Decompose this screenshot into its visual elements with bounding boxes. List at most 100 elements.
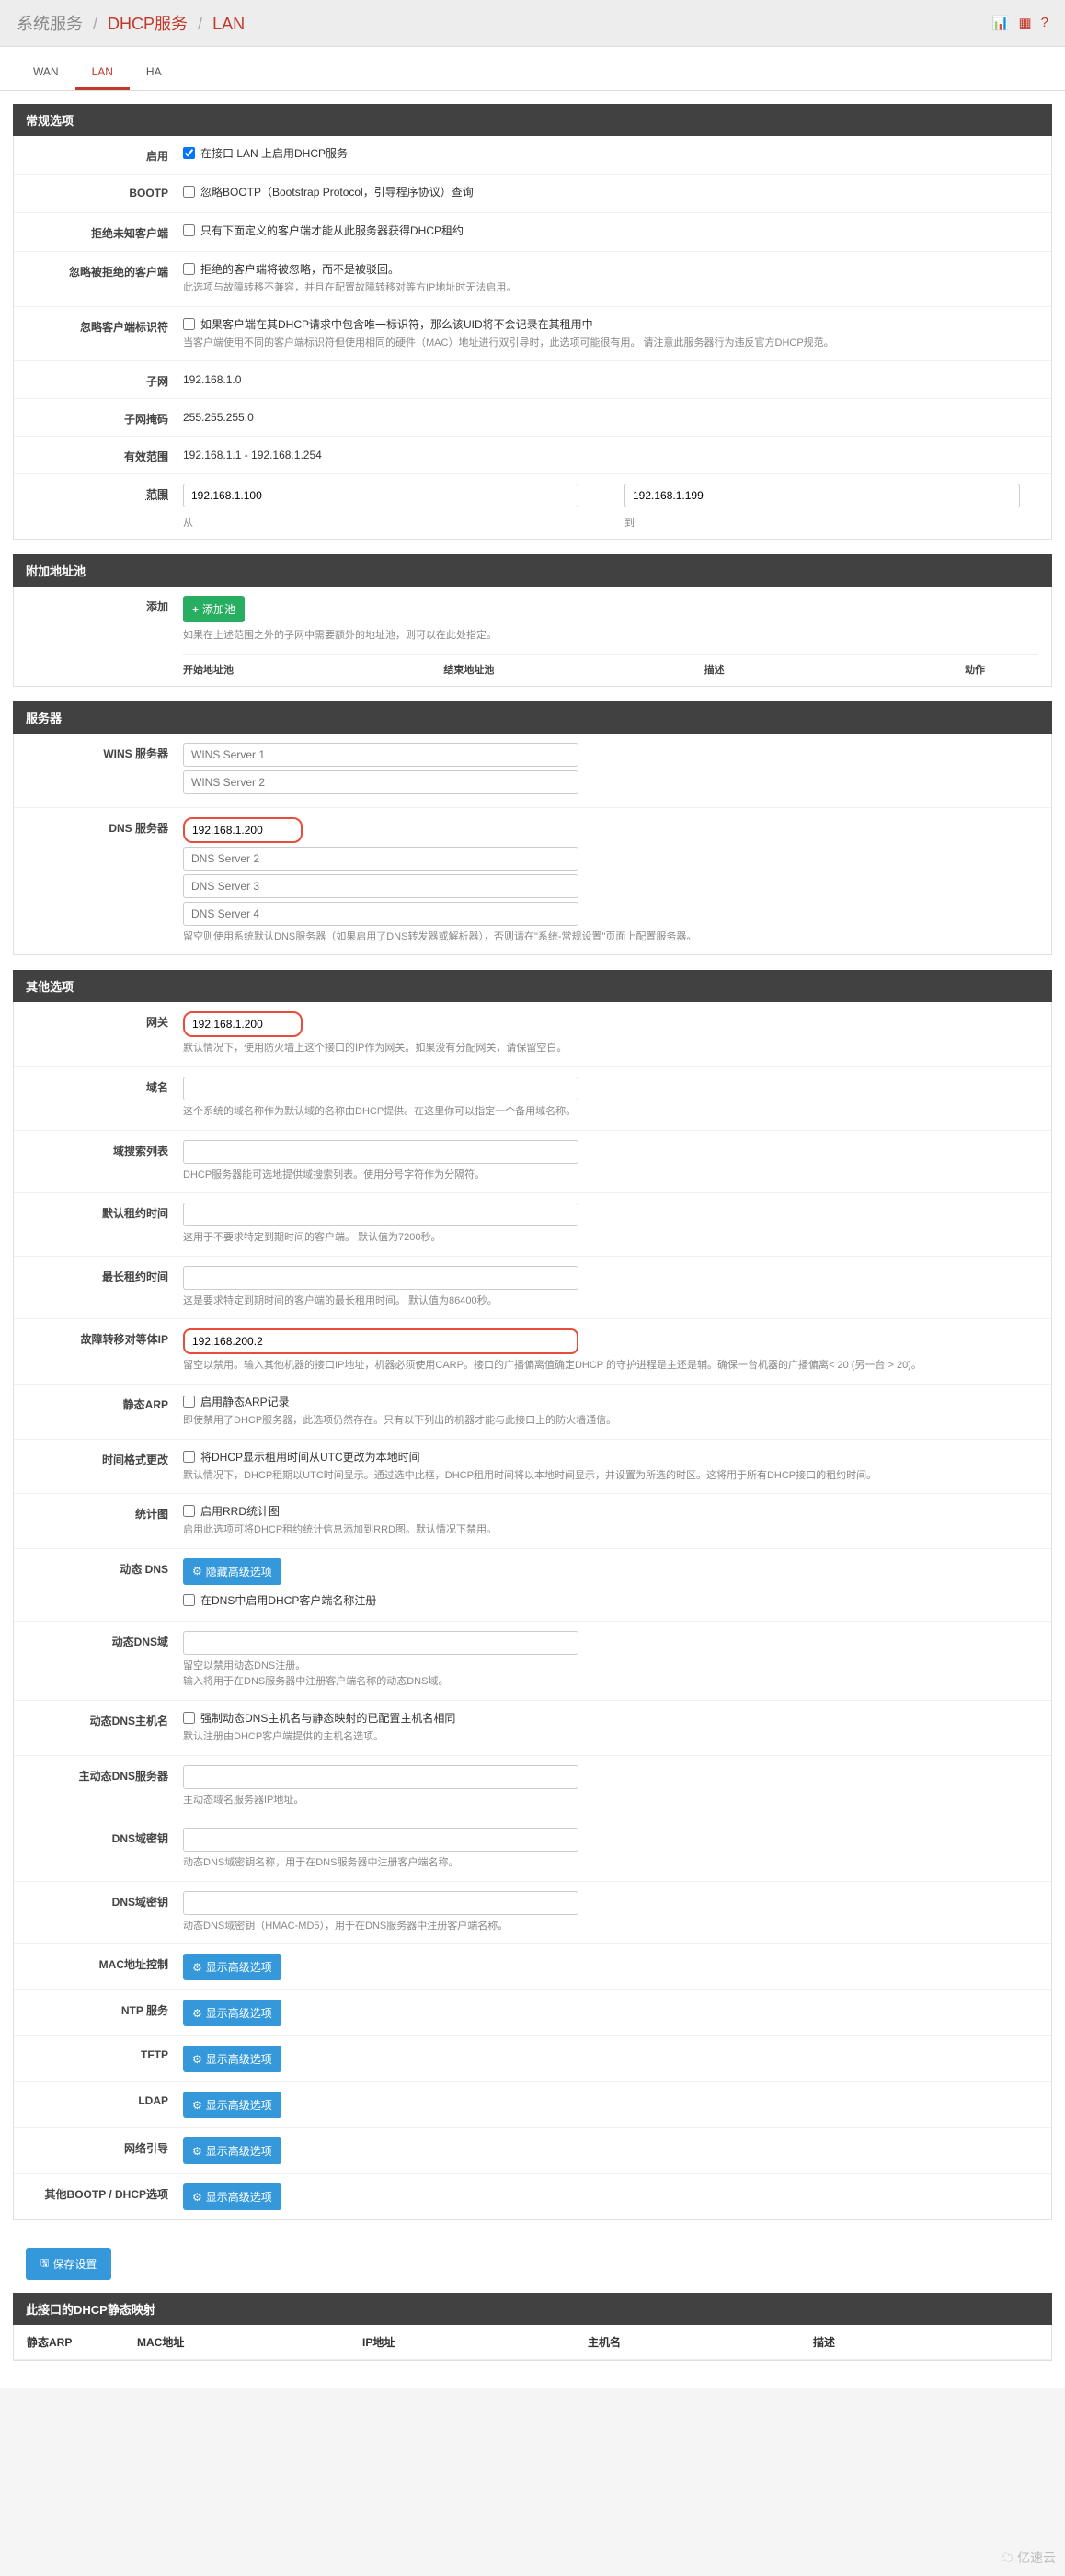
gear-icon bbox=[192, 2191, 202, 2204]
gear-icon bbox=[192, 2099, 202, 2112]
label-deny-unknown: 拒绝未知客户端 bbox=[27, 222, 183, 241]
section-general: 常规选项 bbox=[13, 104, 1052, 136]
label-ddns-key-secret: DNS域密钥 bbox=[27, 1891, 183, 1909]
label-static-arp: 静态ARP bbox=[27, 1394, 183, 1412]
label-mask: 子网掩码 bbox=[27, 408, 183, 427]
tab-lan[interactable]: LAN bbox=[75, 56, 130, 90]
label-stats: 统计图 bbox=[27, 1503, 183, 1522]
wins2-input[interactable] bbox=[183, 770, 578, 794]
ldap-toggle-button[interactable]: 显示高级选项 bbox=[183, 2092, 281, 2118]
label-mac-control: MAC地址控制 bbox=[27, 1954, 183, 1972]
tab-ha[interactable]: HA bbox=[130, 56, 178, 90]
label-ddns-domain: 动态DNS域 bbox=[27, 1631, 183, 1649]
dns3-input[interactable] bbox=[183, 874, 578, 898]
label-failover: 故障转移对等体IP bbox=[27, 1328, 183, 1347]
ntp-toggle-button[interactable]: 显示高级选项 bbox=[183, 2000, 281, 2026]
time-format-checkbox[interactable] bbox=[183, 1451, 195, 1463]
label-ignore-client-id: 忽略客户端标识符 bbox=[27, 316, 183, 335]
mask-value: 255.255.255.0 bbox=[183, 408, 1038, 424]
label-dns: DNS 服务器 bbox=[27, 817, 183, 836]
enable-checkbox[interactable] bbox=[183, 147, 195, 159]
label-subnet: 子网 bbox=[27, 370, 183, 389]
interface-tabs: WAN LAN HA bbox=[0, 47, 1065, 91]
label-netboot: 网络引导 bbox=[27, 2137, 183, 2156]
label-domain: 域名 bbox=[27, 1077, 183, 1095]
ddns-hostname-checkbox[interactable] bbox=[183, 1712, 195, 1724]
breadcrumb-link-service[interactable]: DHCP服务 bbox=[108, 15, 188, 33]
label-ntp: NTP 服务 bbox=[27, 2000, 183, 2018]
breadcrumb: 系统服务 / DHCP服务 / LAN bbox=[17, 11, 245, 35]
gear-icon bbox=[192, 1961, 202, 1974]
bootp-checkbox[interactable] bbox=[183, 186, 195, 198]
watermark: ☁ 亿速云 bbox=[1001, 2548, 1056, 2567]
ddns-key-secret-input[interactable] bbox=[183, 1891, 578, 1915]
plus-icon bbox=[192, 603, 199, 616]
label-range: 范围 bbox=[27, 484, 183, 502]
tab-wan[interactable]: WAN bbox=[17, 56, 75, 90]
ddns-domain-input[interactable] bbox=[183, 1631, 578, 1655]
add-pool-button[interactable]: 添加池 bbox=[183, 596, 245, 622]
gear-icon bbox=[192, 2007, 202, 2020]
wins1-input[interactable] bbox=[183, 743, 578, 767]
label-bootp-opts: 其他BOOTP / DHCP选项 bbox=[27, 2183, 183, 2202]
label-tftp: TFTP bbox=[27, 2046, 183, 2061]
gateway-input[interactable] bbox=[183, 1011, 303, 1037]
gear-icon bbox=[192, 1565, 202, 1578]
netboot-toggle-button[interactable]: 显示高级选项 bbox=[183, 2137, 281, 2164]
label-default-lease: 默认租约时间 bbox=[27, 1203, 183, 1221]
range-from-input[interactable] bbox=[183, 484, 578, 507]
tftp-toggle-button[interactable]: 显示高级选项 bbox=[183, 2046, 281, 2072]
chart-icon[interactable]: 📊 bbox=[992, 15, 1010, 31]
dns1-input[interactable] bbox=[183, 817, 303, 843]
breadcrumb-link-interface[interactable]: LAN bbox=[212, 15, 245, 33]
mac-toggle-button[interactable]: 显示高级选项 bbox=[183, 1954, 281, 1980]
available-range-value: 192.168.1.1 - 192.168.1.254 bbox=[183, 446, 1038, 462]
page-header: 系统服务 / DHCP服务 / LAN 📊 ▦ ? bbox=[0, 0, 1065, 47]
failover-input[interactable] bbox=[183, 1328, 578, 1354]
section-pool: 附加地址池 bbox=[13, 554, 1052, 587]
ddns-toggle-button[interactable]: 隐藏高级选项 bbox=[183, 1558, 281, 1585]
max-lease-input[interactable] bbox=[183, 1266, 578, 1290]
label-ignore-denied: 忽略被拒绝的客户端 bbox=[27, 261, 183, 279]
breadcrumb-root: 系统服务 bbox=[17, 15, 83, 33]
help-icon[interactable]: ? bbox=[1041, 15, 1048, 31]
label-gateway: 网关 bbox=[27, 1011, 183, 1030]
label-ddns-key-name: DNS域密钥 bbox=[27, 1828, 183, 1846]
section-other: 其他选项 bbox=[13, 970, 1052, 1002]
dns4-input[interactable] bbox=[183, 902, 578, 926]
ignore-denied-checkbox[interactable] bbox=[183, 263, 195, 275]
subnet-value: 192.168.1.0 bbox=[183, 370, 1038, 386]
label-enable: 启用 bbox=[27, 145, 183, 164]
label-available-range: 有效范围 bbox=[27, 446, 183, 464]
search-list-input[interactable] bbox=[183, 1140, 578, 1164]
label-add-pool: 添加 bbox=[27, 596, 183, 614]
label-max-lease: 最长租约时间 bbox=[27, 1266, 183, 1284]
ddns-key-name-input[interactable] bbox=[183, 1828, 578, 1852]
gear-icon bbox=[192, 2053, 202, 2066]
label-ldap: LDAP bbox=[27, 2092, 183, 2107]
pool-table: 开始地址池 结束地址池 描述 动作 bbox=[183, 654, 1038, 677]
label-ddns: 动态 DNS bbox=[27, 1558, 183, 1577]
domain-input[interactable] bbox=[183, 1077, 578, 1100]
range-to-input[interactable] bbox=[624, 484, 1020, 507]
static-map-table-header: 静态ARP MAC地址 IP地址 主机名 描述 bbox=[14, 2325, 1051, 2360]
ddns-enable-checkbox[interactable] bbox=[183, 1594, 195, 1606]
ignore-client-id-checkbox[interactable] bbox=[183, 318, 195, 330]
log-icon[interactable]: ▦ bbox=[1018, 15, 1031, 31]
label-bootp: BOOTP bbox=[27, 184, 183, 199]
gear-icon bbox=[192, 2145, 202, 2158]
stats-checkbox[interactable] bbox=[183, 1505, 195, 1517]
label-time-format: 时间格式更改 bbox=[27, 1449, 183, 1467]
ddns-primary-input[interactable] bbox=[183, 1765, 578, 1789]
section-static-map: 此接口的DHCP静态映射 bbox=[13, 2293, 1052, 2325]
dns2-input[interactable] bbox=[183, 847, 578, 871]
label-search-list: 域搜索列表 bbox=[27, 1140, 183, 1158]
static-arp-checkbox[interactable] bbox=[183, 1396, 195, 1408]
bootp-opts-toggle-button[interactable]: 显示高级选项 bbox=[183, 2183, 281, 2210]
save-button[interactable]: 保存设置 bbox=[26, 2248, 111, 2280]
section-servers: 服务器 bbox=[13, 701, 1052, 734]
default-lease-input[interactable] bbox=[183, 1203, 578, 1226]
deny-unknown-checkbox[interactable] bbox=[183, 224, 195, 236]
label-wins: WINS 服务器 bbox=[27, 743, 183, 761]
label-ddns-hostname: 动态DNS主机名 bbox=[27, 1710, 183, 1728]
